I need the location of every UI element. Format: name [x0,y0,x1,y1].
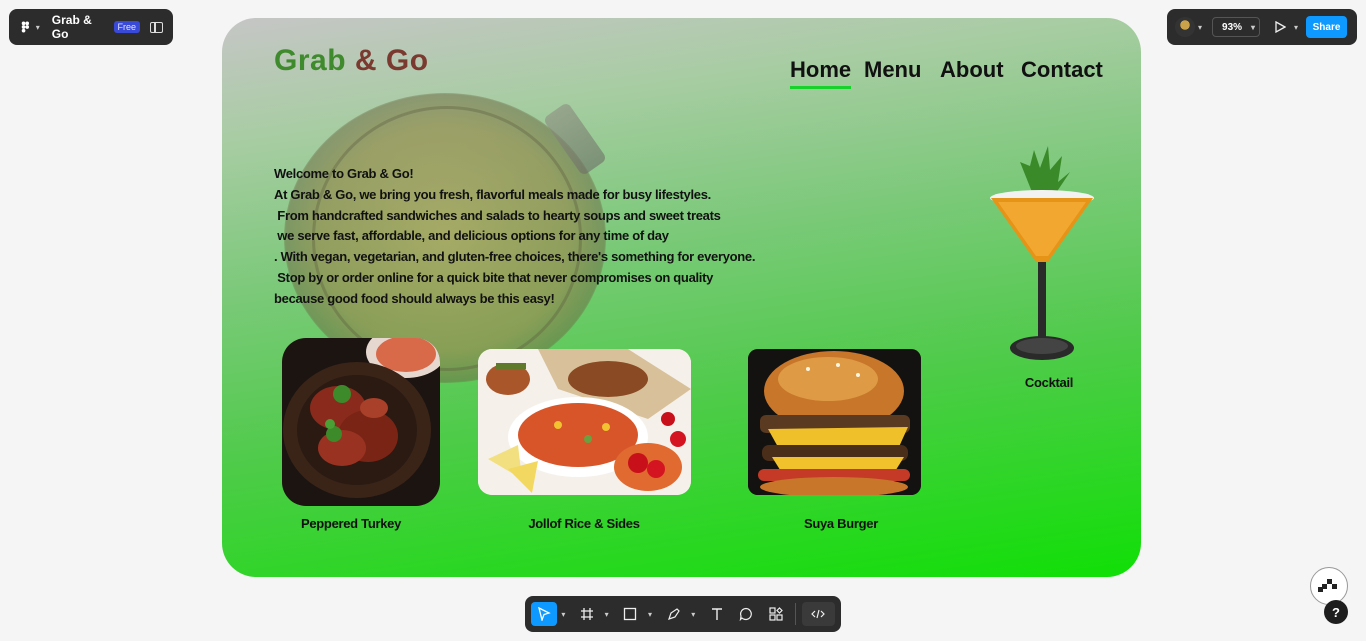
brand-first: Grab [274,44,347,77]
dish-caption: Suya Burger [803,516,878,531]
avatar[interactable] [1175,17,1195,37]
chevron-down-icon[interactable]: ▾ [557,610,571,619]
intro-line: Welcome to Grab & Go! [274,166,414,181]
intro-line: Stop by or order online for a quick bite… [274,269,714,285]
chevron-down-icon[interactable]: ▾ [643,610,657,619]
pen-icon[interactable] [661,602,687,626]
frame-icon[interactable] [574,602,600,626]
intro-line: . With vegan, vegetarian, and gluten-fre… [274,249,756,265]
toolbar-divider [794,603,796,625]
rectangle-icon[interactable] [618,602,644,626]
dev-mode-icon[interactable] [801,602,836,626]
comment-icon[interactable] [734,602,760,626]
file-panel: ▾ Grab & Go Free [9,9,173,45]
jollof-rice-image[interactable] [478,349,691,495]
zoom-control[interactable]: 93% ▾ [1212,17,1261,37]
intro-line: At Grab & Go, we bring you fresh, flavor… [274,186,711,202]
dish-caption: Cocktail [1024,375,1074,390]
nav-about[interactable]: About [940,57,1004,83]
help-button[interactable]: ? [1324,600,1348,624]
move-icon[interactable] [531,602,557,626]
plan-badge: Free [113,21,141,33]
chevron-down-icon[interactable]: ▾ [36,23,40,32]
components-icon[interactable] [763,602,789,626]
sidebar-toggle-icon[interactable] [150,21,163,33]
text-icon[interactable] [704,602,730,626]
chevron-down-icon[interactable]: ▾ [600,610,614,619]
header-actions: ▾ 93% ▾ ▾ Share [1167,9,1357,45]
peppered-turkey-image[interactable] [282,338,440,506]
nav-contact[interactable]: Contact [1021,57,1103,83]
nav-home[interactable]: Home [790,57,852,89]
chevron-down-icon[interactable]: ▾ [1294,23,1298,32]
checker-icon [1318,579,1337,592]
website-frame: Grab & Go Home Menu About Contact Welcom… [222,18,1141,577]
intro-text: Welcome to Grab & Go! At Grab & Go, we b… [274,164,756,310]
site-logo[interactable]: Grab & Go [274,44,429,78]
chevron-down-icon[interactable]: ▾ [686,610,700,619]
bottom-toolbar: ▾ ▾ ▾ ▾ [525,596,841,632]
dish-caption: Peppered Turkey [300,516,402,531]
multiplayer-cursor-button[interactable] [1310,567,1348,605]
share-button[interactable]: Share [1306,16,1348,38]
dish-caption: Jollof Rice & Sides [528,516,640,531]
nav-menu[interactable]: Menu [864,57,921,83]
chevron-down-icon: ▾ [1251,22,1256,32]
intro-line: From handcrafted sandwiches and salads t… [274,207,721,223]
cocktail-image[interactable] [988,142,1096,364]
brand-second: & Go [354,44,429,77]
intro-line: we serve fast, affordable, and delicious… [274,228,669,244]
chevron-down-icon[interactable]: ▾ [1198,23,1202,32]
suya-burger-image[interactable] [748,349,921,495]
file-name[interactable]: Grab & Go [52,13,107,41]
intro-line: because good food should always be this … [274,290,555,306]
figma-menu-icon[interactable] [19,20,32,34]
present-icon[interactable] [1274,21,1287,33]
zoom-level: 93% [1222,21,1243,33]
